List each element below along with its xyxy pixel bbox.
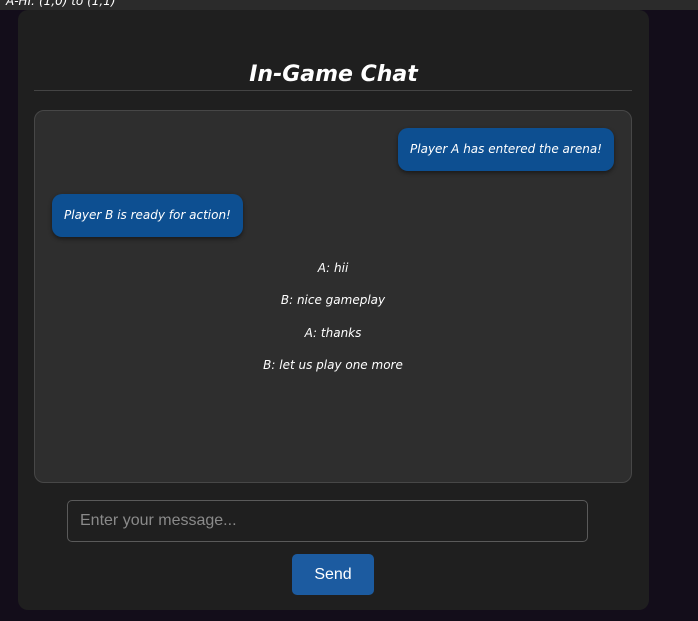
system-message-player-a: Player A has entered the arena! bbox=[398, 128, 614, 171]
chat-title: In-Game Chat bbox=[249, 62, 418, 87]
chat-message: B: nice gameplay bbox=[280, 293, 386, 307]
system-message-player-b: Player B is ready for action! bbox=[52, 194, 243, 237]
chat-message: B: let us play one more bbox=[263, 358, 403, 372]
chat-message-area[interactable]: Player A has entered the arena! Player B… bbox=[34, 110, 632, 483]
message-input[interactable] bbox=[67, 500, 588, 542]
chat-message: A: thanks bbox=[304, 326, 362, 340]
send-button[interactable]: Send bbox=[292, 554, 374, 595]
chat-message: A: hii bbox=[317, 261, 349, 275]
top-status-bar: A-HI: (1,0) to (1,1) bbox=[0, 0, 698, 10]
title-divider bbox=[34, 90, 632, 91]
chat-panel: In-Game Chat Player A has entered the ar… bbox=[18, 10, 649, 610]
top-status-text: A-HI: (1,0) to (1,1) bbox=[6, 0, 116, 8]
